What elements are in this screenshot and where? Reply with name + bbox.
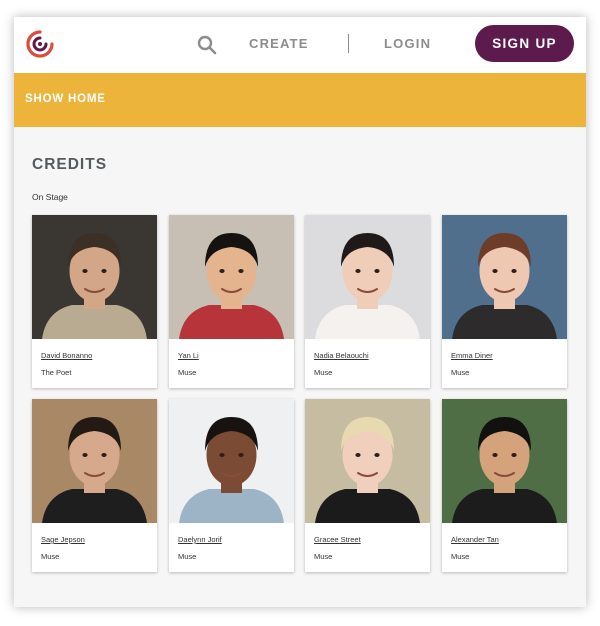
cast-name-link[interactable]: Sage Jepson (41, 535, 85, 544)
top-navbar: CREATE LOGIN SIGN UP (14, 17, 586, 73)
headshot-photo[interactable] (305, 399, 430, 523)
headshot-photo[interactable] (32, 399, 157, 523)
cast-card[interactable]: David Bonanno The Poet (32, 215, 157, 388)
show-header-bar: SHOW HOME (14, 73, 586, 127)
cast-card[interactable]: Emma Diner Muse (442, 215, 567, 388)
cast-card[interactable]: Yan Li Muse (169, 215, 294, 388)
cast-role: Muse (451, 368, 470, 377)
brand-logo-icon[interactable] (26, 30, 54, 58)
cast-name-link[interactable]: Gracee Street (314, 535, 361, 544)
cast-card[interactable]: Gracee Street Muse (305, 399, 430, 572)
login-link[interactable]: LOGIN (384, 36, 431, 51)
cast-role: The Poet (41, 368, 72, 377)
credits-heading: CREDITS (32, 156, 108, 173)
headshot-photo[interactable] (169, 399, 294, 523)
cast-role: Muse (178, 552, 197, 561)
cast-role: Muse (41, 552, 60, 561)
on-stage-label: On Stage (32, 192, 68, 202)
cast-name-link[interactable]: Nadia Belaouchi (314, 351, 369, 360)
nav-divider (348, 34, 349, 53)
cast-name-link[interactable]: Emma Diner (451, 351, 493, 360)
cast-card[interactable]: Sage Jepson Muse (32, 399, 157, 572)
cast-role: Muse (451, 552, 470, 561)
headshot-photo[interactable] (305, 215, 430, 339)
cast-role: Muse (314, 552, 333, 561)
cast-name-link[interactable]: David Bonanno (41, 351, 92, 360)
cast-role: Muse (178, 368, 197, 377)
create-link[interactable]: CREATE (249, 36, 309, 51)
headshot-photo[interactable] (169, 215, 294, 339)
headshot-photo[interactable] (442, 215, 567, 339)
cast-name-link[interactable]: Daelynn Jorif (178, 535, 222, 544)
cast-role: Muse (314, 368, 333, 377)
headshot-photo[interactable] (442, 399, 567, 523)
sign-up-button[interactable]: SIGN UP (475, 25, 574, 62)
cast-card[interactable]: Nadia Belaouchi Muse (305, 215, 430, 388)
app-window: CREATE LOGIN SIGN UP SHOW HOME CREDITS O… (14, 17, 586, 607)
search-icon[interactable] (197, 35, 217, 55)
cast-name-link[interactable]: Alexander Tan (451, 535, 499, 544)
cast-name-link[interactable]: Yan Li (178, 351, 199, 360)
show-home-link[interactable]: SHOW HOME (25, 93, 106, 105)
cast-card[interactable]: Daelynn Jorif Muse (169, 399, 294, 572)
headshot-photo[interactable] (32, 215, 157, 339)
cast-card[interactable]: Alexander Tan Muse (442, 399, 567, 572)
